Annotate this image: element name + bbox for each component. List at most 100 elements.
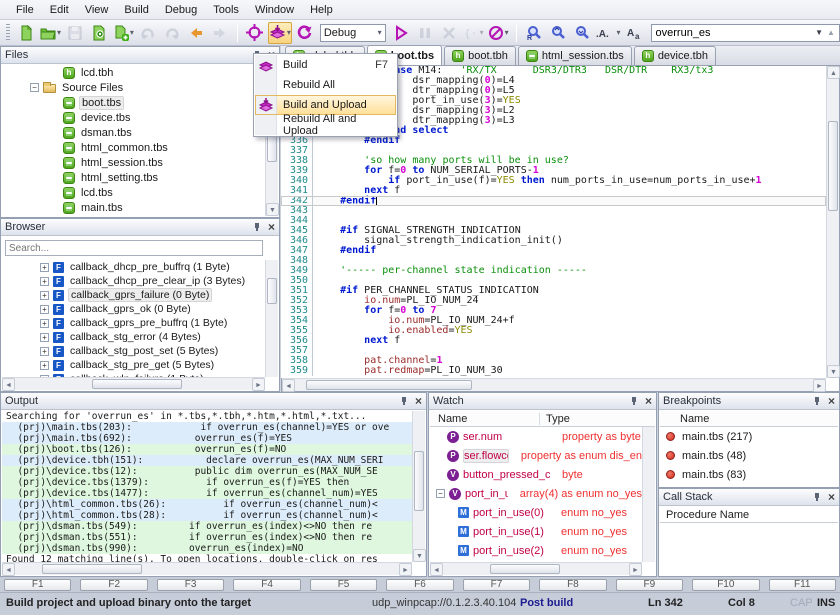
tree-item-html-setting-tbs[interactable]: html_setting.tbs: [2, 170, 265, 185]
close-icon[interactable]: ×: [415, 396, 422, 406]
expand-icon[interactable]: +: [40, 277, 49, 286]
output-line[interactable]: (prj)\main.tbs(203): if overrun_es(chann…: [2, 422, 412, 433]
watch-row-port-in-use-1-[interactable]: Mport_in_use(1)enum no_yes: [430, 522, 642, 541]
scroll-thumb[interactable]: [42, 564, 142, 574]
scroll-left-icon[interactable]: ◄: [430, 563, 443, 576]
pin-icon[interactable]: [813, 492, 822, 502]
pin-icon[interactable]: [253, 222, 262, 232]
debug-disconnect-button[interactable]: ▾: [487, 22, 510, 44]
expand-icon[interactable]: +: [40, 291, 49, 300]
output-line[interactable]: (prj)\dsman.tbs(990): overrun_es(index)=…: [2, 543, 412, 554]
scroll-thumb[interactable]: [92, 379, 182, 389]
toolbar-grip[interactable]: [6, 24, 10, 42]
navigate-back-button[interactable]: [185, 22, 207, 44]
tree-item-html-common-tbs[interactable]: html_common.tbs: [2, 140, 265, 155]
scroll-left-icon[interactable]: ◄: [2, 378, 15, 391]
find-next-button[interactable]: [571, 22, 593, 44]
menu-edit[interactable]: Edit: [42, 2, 77, 18]
tree-item-boot-tbs[interactable]: boot.tbs: [2, 95, 265, 110]
watch-row-ser-num[interactable]: Pser.numproperty as byte: [430, 427, 642, 446]
watch-row-port-in-use-2-[interactable]: Mport_in_use(2)enum no_yes: [430, 541, 642, 560]
menu-item-build-and-upload[interactable]: Build and Upload: [255, 95, 396, 115]
output-line[interactable]: (prj)\html_common.tbs(28): if overrun_es…: [2, 510, 412, 521]
scroll-right-icon[interactable]: ►: [252, 378, 265, 391]
output-line[interactable]: Searching for 'overrun_es' in *.tbs,*.tb…: [2, 411, 412, 422]
browser-search-input[interactable]: [5, 240, 263, 256]
code-line-356[interactable]: 356 next f: [281, 336, 826, 346]
tree-item-dsman-tbs[interactable]: dsman.tbs: [2, 125, 265, 140]
tab-html_session-tbs[interactable]: html_session.tbs: [518, 46, 632, 65]
undo-button[interactable]: [137, 22, 159, 44]
scroll-down-icon[interactable]: ▼: [266, 203, 279, 216]
target-button[interactable]: [244, 22, 266, 44]
scroll-thumb[interactable]: [490, 564, 560, 574]
tab-device-tbh[interactable]: hdevice.tbh: [634, 46, 716, 65]
browser-item[interactable]: +Fcallback_stg_error (4 Bytes): [2, 330, 265, 344]
menu-item-rebuild-all-and-upload[interactable]: Rebuild All and Upload: [255, 115, 396, 135]
search-next-icon[interactable]: ▼: [815, 28, 823, 37]
navigate-forward-button[interactable]: [209, 22, 231, 44]
open-file-button[interactable]: ▾: [39, 22, 62, 44]
stop-button[interactable]: [438, 22, 460, 44]
fkey-f5[interactable]: F5: [310, 579, 377, 591]
output-line[interactable]: (prj)\dsman.tbs(551): if overrun_es(inde…: [2, 532, 412, 543]
fkey-f6[interactable]: F6: [386, 579, 453, 591]
code-line-343[interactable]: 343: [281, 206, 826, 216]
fkey-f1[interactable]: F1: [4, 579, 71, 591]
run-button[interactable]: [390, 22, 412, 44]
fkey-f2[interactable]: F2: [80, 579, 147, 591]
code-line-336[interactable]: 336 #endif: [281, 136, 826, 146]
search-previous-icon[interactable]: ▲: [827, 28, 835, 37]
code-line-349[interactable]: 349 '----- per-channel state indication …: [281, 266, 826, 276]
scroll-thumb[interactable]: [414, 451, 424, 511]
fkey-f4[interactable]: F4: [233, 579, 300, 591]
menu-item-build[interactable]: BuildF7: [255, 55, 396, 75]
output-hscrollbar[interactable]: ◄ ►: [2, 562, 412, 575]
whole-word-button[interactable]: .A.▾: [595, 22, 622, 44]
find-previous-button[interactable]: [547, 22, 569, 44]
scroll-thumb[interactable]: [267, 278, 277, 304]
fkey-f7[interactable]: F7: [463, 579, 530, 591]
output-log[interactable]: Searching for 'overrun_es' in *.tbs,*.tb…: [2, 411, 412, 562]
project-settings-button[interactable]: [88, 22, 110, 44]
new-file-button[interactable]: [15, 22, 37, 44]
scroll-thumb[interactable]: [828, 121, 838, 211]
output-line[interactable]: (prj)\device.tbs(1379): if overrun_es(f)…: [2, 477, 412, 488]
breakpoint-row[interactable]: main.tbs (83): [660, 465, 838, 484]
close-icon[interactable]: ×: [645, 396, 652, 406]
code-line-359[interactable]: 359 pat.redmap=PL_IO_NUM_30: [281, 366, 826, 376]
fkey-f10[interactable]: F10: [692, 579, 759, 591]
menu-window[interactable]: Window: [247, 2, 302, 18]
browser-item[interactable]: +Fcallback_stg_pre_get (5 Bytes): [2, 358, 265, 372]
output-line[interactable]: (prj)\device.tbs(12): public dim overrun…: [2, 466, 412, 477]
expand-icon[interactable]: +: [40, 319, 49, 328]
pin-icon[interactable]: [813, 396, 822, 406]
expand-icon[interactable]: +: [40, 361, 49, 370]
output-line[interactable]: (prj)\main.tbs(692): overrun_es(f)=YES: [2, 433, 412, 444]
pin-icon[interactable]: [400, 396, 409, 406]
scroll-left-icon[interactable]: ◄: [282, 379, 295, 392]
code-line-342[interactable]: 342 #endif: [281, 196, 826, 206]
breakpoint-row[interactable]: main.tbs (48): [660, 446, 838, 465]
output-line[interactable]: (prj)\device.tbh(151): declare overrun_e…: [2, 455, 412, 466]
expand-icon[interactable]: +: [40, 347, 49, 356]
fkey-f9[interactable]: F9: [616, 579, 683, 591]
browser-item[interactable]: +Fcallback_stg_post_set (5 Bytes): [2, 344, 265, 358]
browser-hscrollbar[interactable]: ◄ ►: [2, 377, 265, 390]
braces-button[interactable]: {·}▾: [462, 22, 485, 44]
scroll-down-icon[interactable]: ▼: [413, 549, 426, 562]
tree-item-main-tbs[interactable]: main.tbs: [2, 200, 265, 215]
debug-config-select[interactable]: Debug▾: [320, 24, 386, 42]
fkey-f11[interactable]: F11: [769, 579, 836, 591]
expand-icon[interactable]: +: [40, 333, 49, 342]
tree-item-source-files[interactable]: −Source Files: [2, 80, 265, 95]
scroll-right-icon[interactable]: ►: [399, 563, 412, 576]
output-scrollbar[interactable]: ▼: [412, 411, 425, 562]
menu-view[interactable]: View: [77, 2, 117, 18]
browser-item[interactable]: +Fcallback_gprs_ok (0 Byte): [2, 302, 265, 316]
callstack-col-procedure[interactable]: Procedure Name: [660, 509, 749, 521]
watch-col-name[interactable]: Name: [430, 413, 540, 425]
run-loop-button[interactable]: [294, 22, 316, 44]
browser-item[interactable]: +Fcallback_gprs_failure (0 Byte): [2, 288, 265, 302]
match-case-button[interactable]: Aa: [624, 22, 646, 44]
